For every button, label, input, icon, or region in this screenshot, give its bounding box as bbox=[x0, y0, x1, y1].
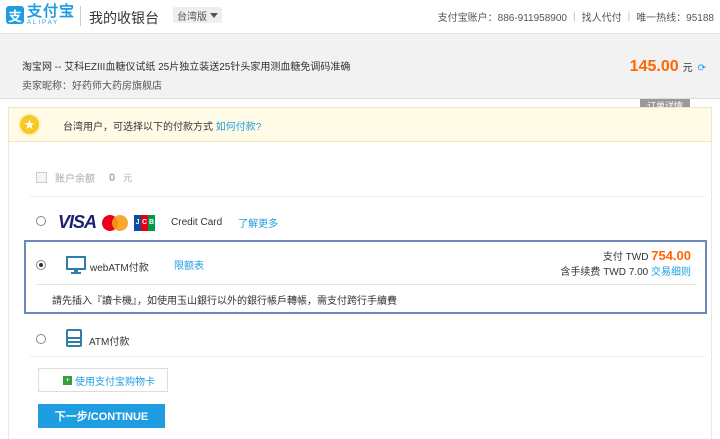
webatm-pay-summary: 支付 TWD 754.00 含手续费 TWD 7.00 交易细则 bbox=[560, 248, 691, 280]
pay-prefix: 支付 TWD bbox=[602, 252, 649, 263]
hotline-text: 唯一热线：95188 bbox=[636, 13, 714, 24]
webatm-notice: 請先插入『讀卡機』，如使用玉山銀行以外的銀行帳戶轉帳，需支付跨行手續費 bbox=[52, 296, 397, 307]
order-amount-value: 145.00 bbox=[629, 58, 679, 75]
balance-unit: 元 bbox=[123, 173, 133, 183]
credit-card-option[interactable]: VISA J C B Credit Card 了解更多 bbox=[58, 212, 278, 233]
divider bbox=[30, 196, 706, 197]
refresh-icon[interactable]: ⟳ bbox=[698, 63, 706, 74]
star-badge-icon: ★ bbox=[18, 113, 41, 136]
alipay-logo[interactable]: 支 支付宝 ALIPAY bbox=[6, 4, 75, 26]
how-to-pay-link[interactable]: 如何付款? bbox=[216, 122, 262, 133]
order-amount-unit: 元 bbox=[682, 63, 693, 74]
chevron-down-icon bbox=[210, 12, 218, 18]
balance-label: 账户余额 bbox=[55, 174, 95, 185]
monitor-icon bbox=[66, 256, 86, 274]
fee-text: 含手续费 TWD 7.00 bbox=[560, 267, 649, 278]
divider bbox=[30, 356, 706, 357]
limit-table-link[interactable]: 限额表 bbox=[174, 257, 204, 272]
visa-logo: VISA bbox=[58, 212, 97, 232]
header-account-info: 支付宝账户：886-911958900 | 找人代付 | 唯一热线：95188 bbox=[437, 9, 714, 24]
webatm-radio[interactable] bbox=[36, 260, 46, 270]
credit-card-radio[interactable] bbox=[36, 216, 46, 226]
balance-value: 0 bbox=[109, 171, 116, 184]
region-select-value: 台湾版 bbox=[177, 11, 207, 23]
mastercard-icon bbox=[102, 214, 129, 231]
seller-name: 卖家昵称：好药师大药房旗舰店 bbox=[22, 81, 162, 92]
divider bbox=[36, 284, 697, 285]
webatm-option[interactable]: webATM付款 限额表 支付 TWD 754.00 含手续费 TWD 7.00… bbox=[24, 240, 707, 314]
account-text: 支付宝账户：886-911958900 bbox=[437, 13, 567, 24]
header: 支 支付宝 ALIPAY 我的收银台 台湾版 支付宝账户：886-9119589… bbox=[0, 0, 720, 32]
atm-machine-icon bbox=[66, 329, 82, 347]
order-summary: 淘宝网 -- 艾科EZIII血糖仪试纸 25片独立装送25针头家用测血糖免调码准… bbox=[0, 33, 720, 99]
tip-text: 台湾用户，可选择以下的付款方式 bbox=[63, 122, 213, 133]
atm-label[interactable]: ATM付款 bbox=[89, 333, 129, 348]
gift-card-button[interactable]: + 使用支付宝购物卡 bbox=[38, 368, 168, 392]
order-description: 淘宝网 -- 艾科EZIII血糖仪试纸 25片独立装送25针头家用测血糖免调码准… bbox=[22, 62, 351, 73]
webatm-label: webATM付款 bbox=[90, 263, 149, 274]
region-select[interactable]: 台湾版 bbox=[173, 7, 222, 23]
atm-radio[interactable] bbox=[36, 334, 46, 344]
pay-amount: 754.00 bbox=[651, 248, 691, 263]
order-amount: 145.00 元 ⟳ bbox=[630, 58, 706, 76]
balance-checkbox[interactable] bbox=[36, 172, 47, 183]
gift-card-label: 使用支付宝购物卡 bbox=[75, 376, 155, 388]
alipay-logo-icon: 支 bbox=[6, 6, 24, 24]
header-divider bbox=[80, 6, 81, 26]
learn-more-link[interactable]: 了解更多 bbox=[238, 215, 278, 230]
rules-link[interactable]: 交易细则 bbox=[651, 267, 691, 278]
logo-text-cn: 支付宝 bbox=[27, 3, 76, 20]
find-payer-link[interactable]: 找人代付 bbox=[582, 9, 622, 24]
continue-button[interactable]: 下一步/CONTINUE bbox=[38, 404, 165, 428]
credit-card-label: Credit Card bbox=[171, 217, 223, 228]
balance-option: 账户余额 0 元 bbox=[36, 170, 132, 185]
tip-bar: ★ 台湾用户，可选择以下的付款方式 如何付款? bbox=[8, 107, 712, 142]
gift-card-icon: + bbox=[63, 376, 72, 385]
logo-text-en: ALIPAY bbox=[27, 20, 60, 26]
page-title: 我的收银台 bbox=[89, 10, 159, 26]
jcb-icon: J C B bbox=[134, 214, 156, 231]
